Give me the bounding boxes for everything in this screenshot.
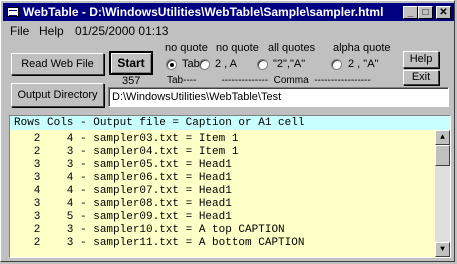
list-item[interactable]: 2 3 - sampler10.txt = A top CAPTION [10,224,285,237]
read-web-file-button[interactable]: Read Web File [11,53,104,75]
start-button[interactable]: Start [109,51,153,75]
scroll-up-arrow-icon[interactable]: ▲ [435,130,450,145]
radio-no-quote-comma[interactable] [199,59,210,70]
output-directory-button[interactable]: Output Directory [11,83,104,107]
main-window: WebTable - D:\WindowsUtilities\WebTable\… [0,0,455,262]
list-header: Rows Cols - Output file = Caption or A1 … [10,116,450,130]
list-item[interactable]: 3 3 - sampler05.txt = Head1 [10,159,232,172]
radio-alpha-quote[interactable] [331,59,342,70]
menu-help[interactable]: Help [39,24,64,38]
row-count: 357 [122,75,141,87]
radio-tab[interactable] [166,59,177,70]
radio-all-quotes-label[interactable]: "2","A" [273,58,305,70]
list-item[interactable]: 3 5 - sampler09.txt = Head1 [10,211,232,224]
list-item[interactable]: 3 4 - sampler08.txt = Head1 [10,198,232,211]
option-header-1: no quote [165,42,208,54]
list-item[interactable]: 2 3 - sampler11.txt = A bottom CAPTION [10,237,305,250]
option-header-3: all quotes [268,42,316,54]
option-header-4: alpha quote [333,42,391,54]
list-item[interactable]: 3 4 - sampler06.txt = Head1 [10,172,232,185]
radio-all-quotes[interactable] [257,59,268,70]
list-item[interactable]: 2 3 - sampler04.txt = Item 1 [10,146,239,159]
list-item[interactable]: 2 4 - sampler03.txt = Item 1 [10,133,239,146]
help-button[interactable]: Help [403,51,439,68]
vertical-scrollbar[interactable]: ▲ ▼ [435,130,450,257]
exit-button[interactable]: Exit [403,70,439,85]
radio-tab-label[interactable]: Tab [182,58,200,70]
scroll-thumb[interactable] [435,145,450,166]
results-list[interactable]: Rows Cols - Output file = Caption or A1 … [9,115,451,258]
list-item[interactable]: 4 4 - sampler07.txt = Head1 [10,185,232,198]
window-title: WebTable - D:\WindowsUtilities\WebTable\… [23,5,384,19]
maximize-button[interactable]: □ [418,6,433,19]
menu-file[interactable]: File [10,24,29,38]
output-path-field[interactable]: D:\WindowsUtilities\WebTable\Test [108,87,449,107]
close-button[interactable]: ✕ [436,6,451,19]
scroll-down-arrow-icon[interactable]: ▼ [435,242,450,257]
option-header-2: no quote [216,42,259,54]
minimize-button[interactable]: _ [403,6,418,19]
radio-alpha-quote-label[interactable]: 2 , "A" [348,58,378,70]
date-time-display: 01/25/2000 01:13 [75,24,169,38]
menu-bar: File Help 01/25/2000 01:13 [3,22,454,38]
radio-no-quote-comma-label[interactable]: 2 , A [215,58,237,70]
title-bar[interactable]: WebTable - D:\WindowsUtilities\WebTable\… [3,3,454,21]
delimiter-legend: Tab---- -------------- Comma -----------… [167,75,371,86]
app-table-icon[interactable] [7,7,19,17]
